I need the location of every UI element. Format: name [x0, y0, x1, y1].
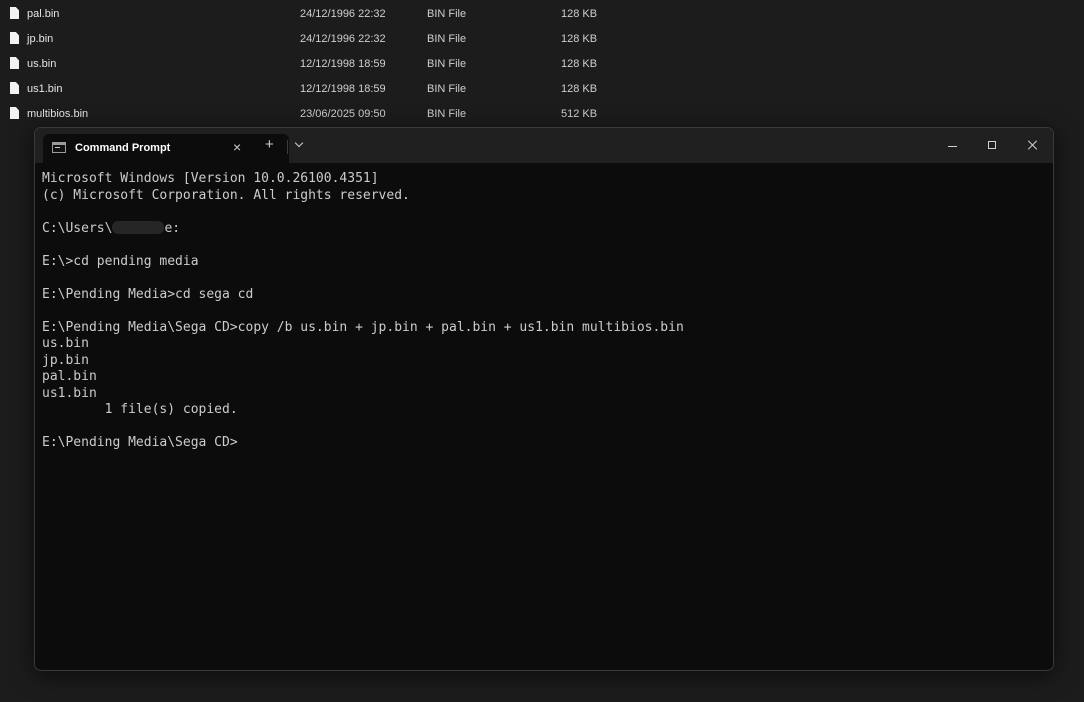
console-line: E:\Pending Media\Sega CD>copy /b us.bin …	[42, 319, 684, 335]
console-line: jp.bin	[42, 352, 89, 368]
terminal-icon	[52, 142, 66, 153]
file-type: BIN File	[427, 8, 467, 20]
tab-divider	[287, 140, 288, 154]
file-date: 12/12/1998 18:59	[300, 58, 386, 70]
minimize-button[interactable]	[933, 128, 973, 163]
file-name: multibios.bin	[27, 108, 89, 120]
file-name: us.bin	[27, 58, 57, 70]
console-line: 1 file(s) copied.	[42, 402, 238, 417]
file-size: 128 KB	[561, 83, 598, 95]
file-row[interactable]: us.bin 12/12/1998 18:59 BIN File 128 KB	[0, 52, 1084, 77]
console-prompt: E:\Pending Media\Sega CD>	[42, 435, 238, 450]
console-line: Microsoft Windows [Version 10.0.26100.43…	[42, 171, 379, 186]
file-size: 512 KB	[561, 108, 598, 120]
console-output[interactable]: Microsoft Windows [Version 10.0.26100.43…	[42, 171, 1045, 662]
file-date: 24/12/1996 22:32	[300, 33, 386, 45]
redacted-username	[112, 220, 165, 234]
file-date: 23/06/2025 09:50	[300, 108, 386, 120]
new-tab-button[interactable]: +	[265, 137, 274, 152]
file-type: BIN File	[427, 33, 467, 45]
chevron-down-icon[interactable]	[294, 138, 304, 148]
file-date: 24/12/1996 22:32	[300, 8, 386, 20]
file-icon	[10, 107, 19, 119]
console-line: E:\Pending Media>cd sega cd	[42, 286, 254, 302]
file-size: 128 KB	[561, 58, 598, 70]
file-row[interactable]: multibios.bin 23/06/2025 09:50 BIN File …	[0, 102, 1084, 127]
prompt-after-redaction: e:	[164, 220, 181, 236]
file-size: 128 KB	[561, 8, 598, 20]
console-line: E:\>cd pending media	[42, 253, 199, 269]
console-line: us.bin	[42, 336, 89, 351]
file-icon	[10, 82, 19, 94]
tab-title: Command Prompt	[75, 142, 171, 154]
close-button[interactable]	[1013, 128, 1053, 163]
file-name: jp.bin	[27, 33, 54, 45]
prompt-before-redaction: C:\Users\	[42, 220, 113, 236]
maximize-button[interactable]	[973, 128, 1013, 163]
file-icon	[10, 32, 19, 44]
file-row[interactable]: jp.bin 24/12/1996 22:32 BIN File 128 KB	[0, 27, 1084, 52]
terminal-window[interactable]: Command Prompt × + Microsoft Windows [Ve…	[34, 127, 1054, 671]
title-bar[interactable]: Command Prompt × +	[35, 128, 1053, 163]
file-size: 128 KB	[561, 33, 598, 45]
tab-command-prompt[interactable]: Command Prompt ×	[43, 134, 289, 163]
file-name: us1.bin	[27, 83, 63, 95]
console-line: us1.bin	[42, 385, 97, 401]
file-icon	[10, 57, 19, 69]
file-type: BIN File	[427, 83, 467, 95]
console-line: pal.bin	[42, 369, 97, 384]
file-type: BIN File	[427, 108, 467, 120]
file-icon	[10, 7, 19, 19]
file-row[interactable]: pal.bin 24/12/1996 22:32 BIN File 128 KB	[0, 2, 1084, 27]
tab-close-button[interactable]: ×	[233, 140, 241, 154]
console-line-redacted: C:\Users\ e:	[42, 220, 1045, 238]
console-line: (c) Microsoft Corporation. All rights re…	[42, 187, 410, 203]
file-date: 12/12/1998 18:59	[300, 83, 386, 95]
file-type: BIN File	[427, 58, 467, 70]
file-name: pal.bin	[27, 8, 60, 20]
file-row[interactable]: us1.bin 12/12/1998 18:59 BIN File 128 KB	[0, 77, 1084, 102]
